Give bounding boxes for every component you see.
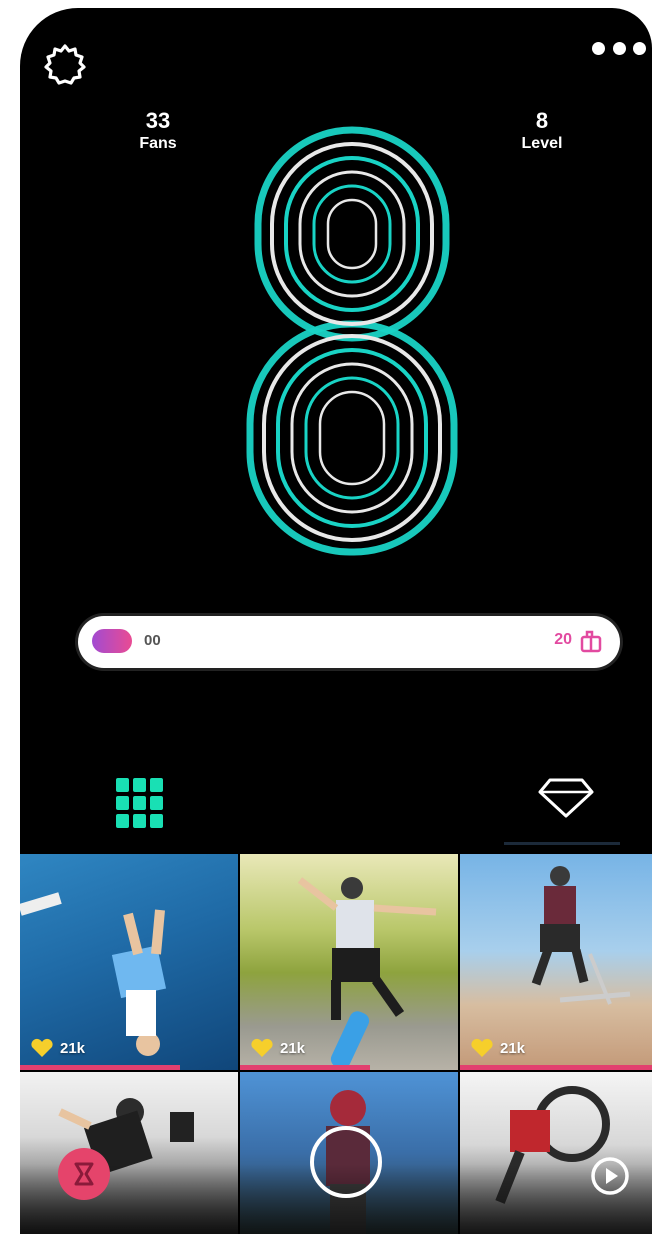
- fans-stat[interactable]: 33 Fans: [120, 108, 196, 154]
- progress-goal: 20: [554, 631, 572, 648]
- heart-icon: [251, 1038, 273, 1057]
- level-progress-bar[interactable]: 00 20: [78, 616, 620, 668]
- diamond-icon[interactable]: [536, 774, 596, 820]
- video-tile[interactable]: 21k: [240, 854, 458, 1070]
- bmx-figure: [495, 1086, 610, 1204]
- grid-cell: [150, 778, 163, 792]
- grid-cell: [133, 778, 146, 792]
- likes-value: 21k: [280, 1039, 306, 1057]
- video-tile[interactable]: 21k: [20, 854, 238, 1070]
- heart-icon: [471, 1038, 493, 1057]
- heart-icon: [31, 1038, 53, 1057]
- likes-counter: 21k: [30, 1038, 85, 1058]
- grid-cell: [116, 814, 129, 828]
- video-tile[interactable]: [20, 1072, 238, 1234]
- watch-progress: [240, 1065, 370, 1070]
- level-count: 8: [535, 108, 549, 133]
- progress-current: 00: [144, 632, 161, 649]
- fans-label: Fans: [139, 135, 177, 152]
- watch-progress: [460, 1065, 652, 1070]
- likes-value: 21k: [500, 1039, 526, 1057]
- play-icon[interactable]: [590, 1156, 630, 1196]
- video-tile[interactable]: [460, 1072, 652, 1234]
- grid-cell: [150, 814, 163, 828]
- pink-badge-icon[interactable]: [58, 1148, 110, 1200]
- more-dots-icon[interactable]: [592, 38, 646, 58]
- dot: [612, 41, 626, 55]
- watch-progress: [20, 1065, 180, 1070]
- likes-counter: 21k: [250, 1038, 305, 1058]
- profile-screen: 33 Fans 8 Level 00 20 21k 21k 21k: [20, 8, 652, 1234]
- likes-counter: 21k: [470, 1038, 525, 1058]
- tab-underline: [504, 842, 620, 845]
- gift-icon: [580, 629, 602, 653]
- fans-count: 33: [145, 108, 171, 133]
- likes-value: 21k: [60, 1039, 86, 1057]
- grid-cell: [116, 796, 129, 810]
- grid-icon[interactable]: [116, 778, 164, 830]
- grid-cell: [133, 796, 146, 810]
- record-button[interactable]: [310, 1126, 382, 1198]
- video-tile[interactable]: 21k: [460, 854, 652, 1070]
- dot: [633, 41, 646, 55]
- progress-fill: [92, 629, 132, 653]
- dot: [592, 41, 605, 55]
- level-stat[interactable]: 8 Level: [502, 108, 582, 154]
- grid-cell: [150, 796, 163, 810]
- gear-icon[interactable]: [42, 42, 88, 88]
- grid-cell: [116, 778, 129, 792]
- level-label: Level: [521, 135, 563, 152]
- skater-figure: [58, 1098, 194, 1176]
- grid-cell: [133, 814, 146, 828]
- level-badge-art: [220, 108, 480, 568]
